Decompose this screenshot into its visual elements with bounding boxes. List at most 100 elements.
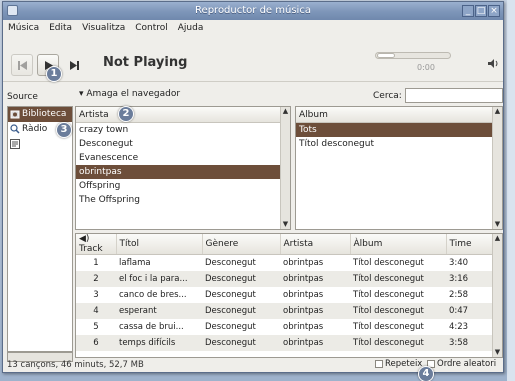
table-cell: obrintpas — [280, 270, 350, 287]
column-header[interactable]: Títol — [116, 234, 203, 255]
callout-4: 4 — [418, 366, 434, 381]
column-header[interactable]: Artista — [280, 234, 351, 255]
menu-musica[interactable]: Música — [7, 23, 40, 33]
search-input[interactable] — [405, 88, 503, 103]
column-header[interactable]: ◀) Track — [76, 234, 117, 255]
repeat-checkbox[interactable]: Repeteix — [375, 359, 422, 369]
table-cell: 6 — [76, 334, 116, 351]
artist-column-header[interactable]: Artista — [76, 107, 290, 123]
album-pane: Album Tots Títol desconegut ▲ ▼ — [295, 106, 503, 230]
table-cell: 3 — [93, 289, 99, 300]
artist-row[interactable]: crazy town — [76, 123, 290, 137]
column-header[interactable]: Time — [446, 234, 495, 255]
table-cell: 4 — [76, 302, 116, 319]
table-cell: Desconegut — [205, 257, 256, 268]
minimize-button[interactable]: _ — [462, 5, 474, 17]
table-cell: Desconegut — [202, 334, 280, 351]
column-header[interactable]: Gènere — [202, 234, 281, 255]
shuffle-checkbox[interactable]: Ordre aleatori — [427, 359, 496, 369]
seek-thumb[interactable] — [377, 53, 395, 58]
column-header-label: Time — [449, 239, 472, 249]
table-cell: obrintpas — [283, 289, 324, 300]
table-cell: Títol desconegut — [350, 334, 446, 351]
table-row[interactable]: 2 el foc i la para... Desconegut obrintpas T… — [76, 270, 494, 287]
table-cell: obrintpas — [280, 302, 350, 319]
table-row[interactable]: 4 esperant Desconegut obrintpas Títol descon… — [76, 302, 494, 319]
column-header-label: Títol — [119, 239, 140, 249]
sidebar-item-playlist[interactable] — [8, 137, 72, 152]
table-row[interactable]: 3 canco de bres... Desconegut obrintpas Títo… — [76, 287, 494, 303]
table-cell: temps difícils — [116, 334, 202, 351]
radio-icon — [10, 124, 20, 134]
previous-button[interactable] — [11, 54, 33, 76]
hide-browser-label: Amaga el navegador — [86, 89, 181, 99]
table-cell: Títol desconegut — [350, 302, 446, 319]
close-button[interactable]: × — [488, 5, 500, 17]
table-cell: 5 — [93, 321, 99, 332]
album-column-header[interactable]: Album — [296, 107, 502, 123]
album-row[interactable]: Títol desconegut — [296, 137, 502, 151]
table-cell: Desconegut — [202, 270, 280, 287]
menu-ajuda[interactable]: Ajuda — [177, 23, 205, 33]
title-bar[interactable]: Reproductor de música _ □ × — [3, 2, 503, 20]
now-playing-label: Not Playing — [103, 55, 188, 70]
table-cell: obrintpas — [280, 334, 350, 351]
table-cell: canco de bres... — [119, 289, 187, 300]
seek-slider[interactable] — [375, 52, 451, 59]
album-row[interactable]: Tots — [296, 123, 502, 137]
table-cell: Títol desconegut — [353, 289, 424, 300]
table-cell: 4:23 — [449, 321, 469, 332]
callout-3: 3 — [56, 122, 72, 138]
previous-icon — [18, 61, 27, 70]
artist-scrollbar[interactable]: ▲ ▼ — [280, 107, 290, 229]
menu-control[interactable]: Control — [134, 23, 169, 33]
table-cell: 2:58 — [449, 289, 469, 300]
sidebar-item-label: Ràdio — [22, 124, 48, 134]
table-cell: Títol desconegut — [350, 270, 446, 287]
artist-row[interactable]: Evanescence — [76, 151, 290, 165]
table-cell: 3:58 — [446, 334, 494, 351]
table-cell: 3:40 — [449, 257, 469, 268]
time-readout: 0:00 — [417, 63, 435, 72]
artist-row[interactable]: The Offspring — [76, 193, 290, 207]
repeat-box[interactable] — [375, 360, 383, 368]
sidebar-item-library[interactable]: Biblioteca — [8, 107, 72, 122]
column-header-label: Artista — [283, 239, 314, 249]
artist-row[interactable]: Offspring — [76, 179, 290, 193]
next-button[interactable] — [63, 54, 85, 76]
table-row[interactable]: 5 cassa de brui... Desconegut obrintpas Títo… — [76, 319, 494, 335]
menu-visualitza[interactable]: Visualitza — [81, 23, 126, 33]
source-list: Biblioteca Ràdio — [7, 106, 73, 352]
table-row[interactable]: 1 laflama Desconegut obrintpas Títol descone… — [76, 255, 494, 271]
source-label: Source — [7, 92, 38, 102]
table-cell: Títol desconegut — [353, 257, 424, 268]
track-scrollbar[interactable]: ▲ ▼ — [492, 234, 502, 357]
column-header[interactable]: Àlbum — [350, 234, 447, 255]
column-header-label: Gènere — [205, 239, 239, 249]
table-cell: Desconegut — [205, 321, 256, 332]
sidebar-item-label: Biblioteca — [22, 109, 67, 119]
search-label: Cerca: — [373, 91, 402, 101]
repeat-label: Repeteix — [385, 359, 423, 369]
column-header-label: Àlbum — [353, 239, 383, 249]
track-list: ◀) Track Títol Gènere Artista Àlbum Time 1 laf… — [75, 233, 503, 358]
shuffle-label: Ordre aleatori — [437, 359, 497, 369]
table-row[interactable]: 6 temps difícils Desconegut obrintpas Títol … — [76, 334, 494, 351]
table-cell: cassa de brui... — [119, 321, 184, 332]
artist-row[interactable]: Desconegut — [76, 137, 290, 151]
maximize-button[interactable]: □ — [475, 5, 487, 17]
menu-edita[interactable]: Edita — [48, 23, 73, 33]
menu-bar: Música Edita Visualitza Control Ajuda — [3, 20, 503, 36]
album-scrollbar[interactable]: ▲ ▼ — [492, 107, 502, 229]
callout-1: 1 — [46, 66, 62, 82]
window-title: Reproductor de música — [195, 5, 311, 16]
table-cell: 3:16 — [446, 270, 494, 287]
table-cell: 2 — [76, 270, 116, 287]
table-cell: obrintpas — [283, 321, 324, 332]
playlist-icon — [10, 139, 20, 149]
table-cell: laflama — [119, 257, 151, 268]
artist-row[interactable]: obrintpas — [76, 165, 290, 179]
volume-icon[interactable] — [487, 58, 499, 69]
hide-browser-toggle[interactable]: ▾ Amaga el navegador — [79, 89, 180, 99]
table-cell: Títol desconegut — [353, 321, 424, 332]
